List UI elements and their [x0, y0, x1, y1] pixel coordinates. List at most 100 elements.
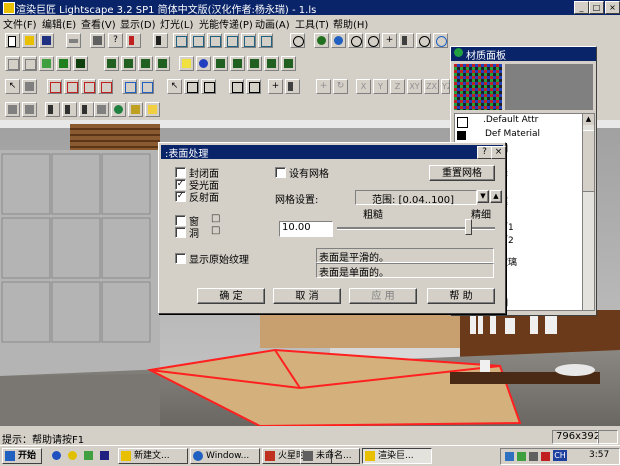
zoom-window-button[interactable]: [290, 33, 305, 48]
taskbar-item-untitled[interactable]: 未命名...: [300, 448, 360, 464]
has-mesh-checkbox[interactable]: [275, 167, 286, 178]
textured-cube-button[interactable]: [73, 56, 88, 71]
menu-tools[interactable]: 工具(T): [295, 16, 329, 31]
shaded-cube-button[interactable]: [39, 56, 54, 71]
eye-icon[interactable]: [314, 33, 329, 48]
menu-edit[interactable]: 编辑(E): [42, 16, 76, 31]
object-tool-9-button[interactable]: [281, 56, 296, 71]
group-tool-button[interactable]: [229, 79, 244, 94]
wire-cube-button[interactable]: [5, 56, 20, 71]
select-surface-4-button[interactable]: [98, 79, 113, 94]
cube-view-2-button[interactable]: [190, 33, 205, 48]
yellow-square-button[interactable]: [179, 56, 194, 71]
pointer-tool-3-button[interactable]: [201, 79, 216, 94]
select-obj-2-button[interactable]: [139, 79, 154, 94]
pointer-tool-button[interactable]: ↖: [167, 79, 182, 94]
orbit-button[interactable]: [331, 33, 346, 48]
range-down-button[interactable]: ▼: [477, 190, 489, 203]
menu-animation[interactable]: 动画(A): [255, 16, 290, 31]
walk-person-button[interactable]: [45, 102, 60, 117]
menu-light[interactable]: 灯光(L): [160, 16, 193, 31]
closed-face-checkbox[interactable]: [175, 167, 186, 178]
cube-view-6-button[interactable]: [258, 33, 273, 48]
start-button[interactable]: 开始: [2, 448, 42, 464]
scroll-up-arrow-icon[interactable]: ▲: [583, 114, 594, 125]
select-obj-button[interactable]: [122, 79, 137, 94]
select-surface-button[interactable]: [47, 79, 62, 94]
reflect-checkbox[interactable]: ✓: [175, 191, 186, 202]
view-y-button[interactable]: Y: [373, 79, 388, 94]
select-face-button[interactable]: [22, 79, 37, 94]
media-player-icon[interactable]: [98, 449, 113, 464]
dialog-close-button[interactable]: ×: [491, 146, 506, 159]
view-yz-button[interactable]: YZ: [441, 79, 450, 94]
print-button[interactable]: [90, 33, 105, 48]
cut-button[interactable]: [126, 33, 141, 48]
arrow-cursor-button[interactable]: ↖: [5, 79, 20, 94]
select-tool-button[interactable]: [153, 33, 168, 48]
refresh-button[interactable]: [433, 33, 448, 48]
select-surface-2-button[interactable]: [64, 79, 79, 94]
menu-help[interactable]: 帮助(H): [333, 16, 368, 31]
pointer-tool-2-button[interactable]: [184, 79, 199, 94]
globe-icon[interactable]: [196, 56, 211, 71]
pan-button[interactable]: +: [382, 33, 397, 48]
menu-file[interactable]: 文件(F): [3, 16, 37, 31]
object-tool-2-button[interactable]: [121, 56, 136, 71]
add-light-button[interactable]: +: [268, 79, 283, 94]
mesh-value-input[interactable]: 10.00: [279, 221, 333, 237]
cube-view-5-button[interactable]: [241, 33, 256, 48]
close-button[interactable]: ×: [605, 1, 620, 14]
window-checkbox[interactable]: [175, 215, 186, 226]
blocks-button[interactable]: [128, 102, 143, 117]
solid-cube-button[interactable]: [56, 56, 71, 71]
volume-icon[interactable]: [529, 452, 538, 461]
range-up-button[interactable]: ▲: [490, 190, 502, 203]
mesh-slider-thumb[interactable]: [465, 219, 473, 235]
taskbar-item-new-folder[interactable]: 新建文...: [118, 448, 188, 464]
open-file-button[interactable]: [22, 33, 37, 48]
ok-button[interactable]: 确 定: [197, 288, 265, 304]
walk-tool-button[interactable]: [5, 102, 20, 117]
object-tool-4-button[interactable]: [155, 56, 170, 71]
rotate-button[interactable]: [416, 33, 431, 48]
zoom-out-button[interactable]: [365, 33, 380, 48]
taskbar-item-windows[interactable]: Window...: [190, 448, 260, 464]
material-list-item[interactable]: Def Material: [455, 129, 581, 142]
menu-view[interactable]: 查看(V): [81, 16, 116, 31]
cube-view-1-button[interactable]: [173, 33, 188, 48]
view-z-button[interactable]: Z: [390, 79, 405, 94]
new-file-button[interactable]: [5, 33, 20, 48]
view-xy-button[interactable]: XY: [407, 79, 422, 94]
ie-icon[interactable]: [50, 449, 65, 464]
menu-radiosity[interactable]: 光能传递(P): [199, 16, 253, 31]
view-zx-button[interactable]: ZX: [424, 79, 439, 94]
light-tool-button[interactable]: [285, 79, 300, 94]
layers-button[interactable]: [94, 102, 109, 117]
object-tool-6-button[interactable]: [230, 56, 245, 71]
outlook-icon[interactable]: [66, 449, 81, 464]
undo-button[interactable]: [66, 33, 81, 48]
view-x-button[interactable]: X: [356, 79, 371, 94]
materials-button[interactable]: [111, 102, 126, 117]
help-dialog-button[interactable]: 帮 助: [427, 288, 495, 304]
taskbar-item-lightscape[interactable]: 渲染巨...: [362, 448, 432, 464]
walk-tool-2-button[interactable]: [22, 102, 37, 117]
cube-view-3-button[interactable]: [207, 33, 222, 48]
object-tool-button[interactable]: [104, 56, 119, 71]
object-tool-8-button[interactable]: [264, 56, 279, 71]
network-icon[interactable]: [505, 452, 514, 461]
object-tool-3-button[interactable]: [138, 56, 153, 71]
dialog-help-button[interactable]: ?: [477, 146, 492, 159]
hidden-cube-button[interactable]: [22, 56, 37, 71]
show-texture-checkbox[interactable]: [175, 253, 186, 264]
tray-app-2-icon[interactable]: [541, 452, 550, 461]
reset-mesh-button[interactable]: 重置网格: [429, 165, 495, 181]
receive-light-checkbox[interactable]: ✓: [175, 179, 186, 190]
tray-app-icon[interactable]: [517, 452, 526, 461]
zoom-in-button[interactable]: [348, 33, 363, 48]
walk-person-2-button[interactable]: [62, 102, 77, 117]
minimize-button[interactable]: _: [574, 1, 589, 14]
lights-button[interactable]: [145, 102, 160, 117]
help-button[interactable]: ?: [108, 33, 123, 48]
